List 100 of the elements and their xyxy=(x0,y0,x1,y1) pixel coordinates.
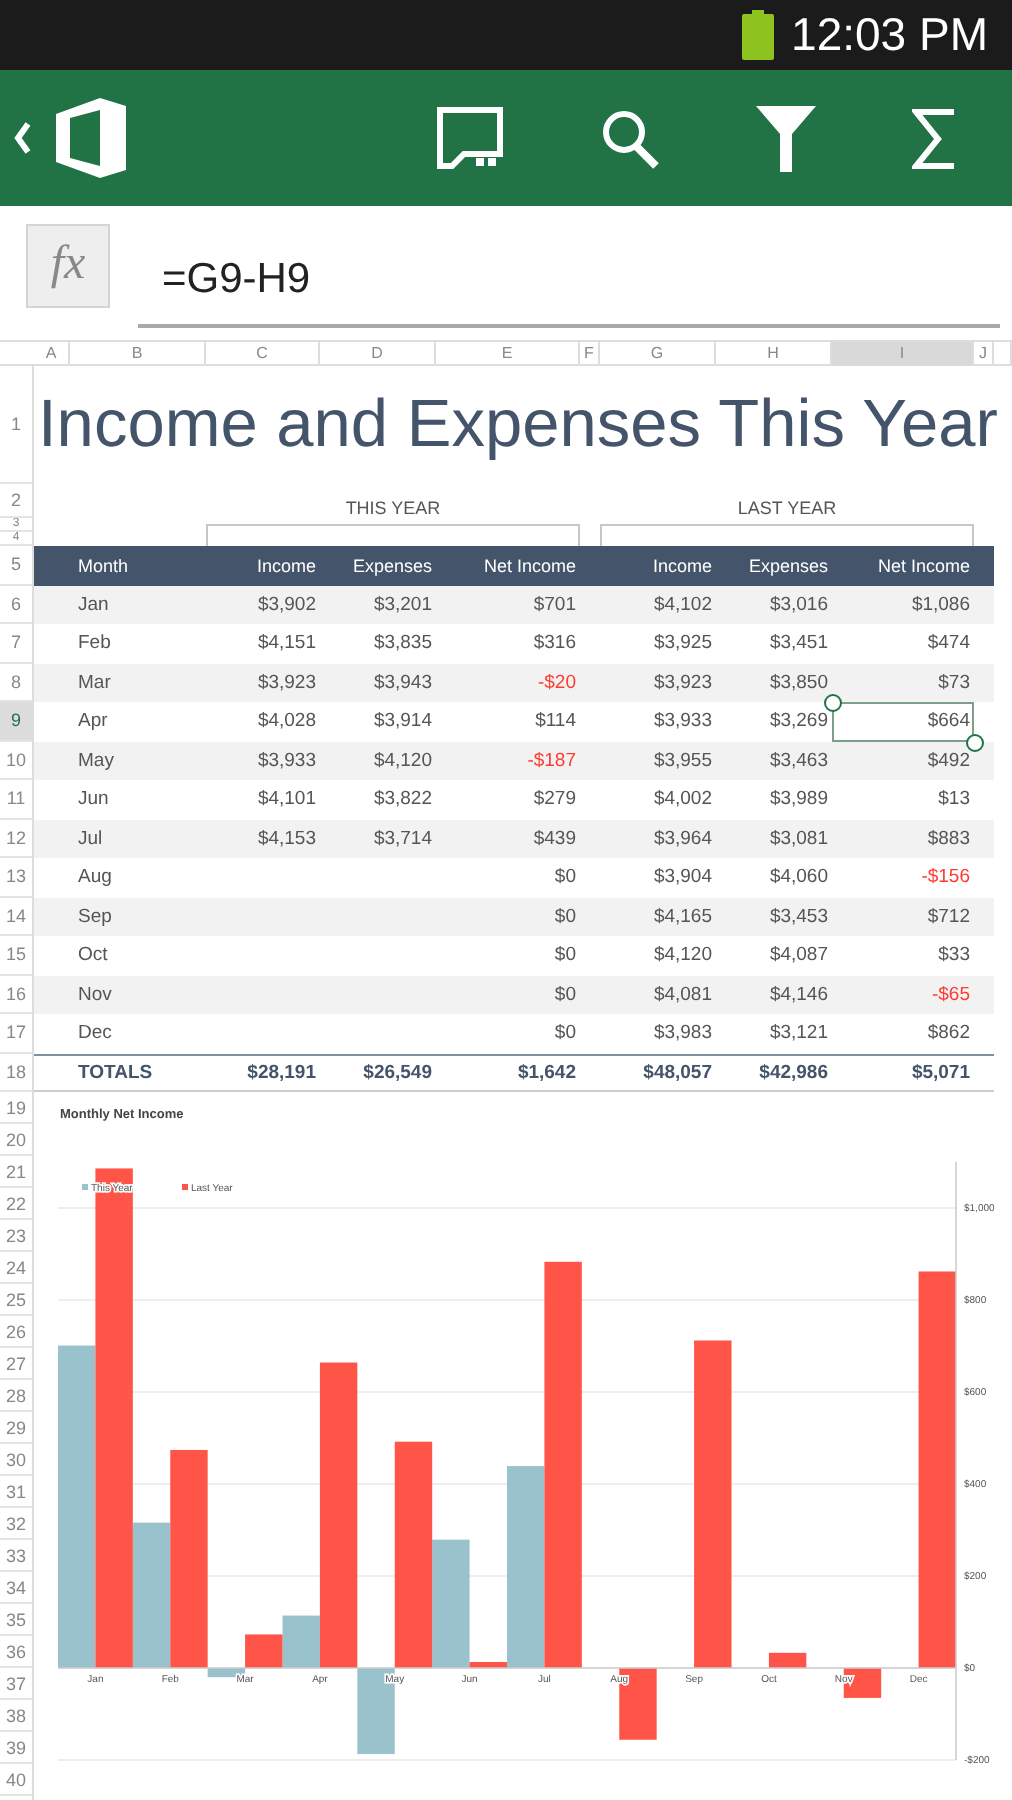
table-cell-text: Mar xyxy=(76,669,113,697)
table-cell-text: $4,120 xyxy=(651,942,714,970)
table-cell-text: Feb xyxy=(76,630,113,658)
row-number[interactable]: 14 xyxy=(0,897,32,936)
row-number[interactable]: 17 xyxy=(0,1014,32,1053)
row-number[interactable]: 7 xyxy=(0,624,32,663)
column-header[interactable]: A xyxy=(34,342,70,366)
back-icon[interactable] xyxy=(12,120,32,156)
row-number[interactable]: 32 xyxy=(0,1508,32,1540)
table-cell-text: -$20 xyxy=(535,669,578,697)
table-cell-text: Jun xyxy=(76,786,111,814)
column-heading: Net Income xyxy=(481,555,578,576)
search-icon[interactable] xyxy=(600,107,660,169)
table-cell-text: $4,002 xyxy=(651,786,714,814)
table-cell-text: $3,914 xyxy=(371,708,434,736)
table-cell-text: $439 xyxy=(531,825,578,853)
column-header[interactable]: F xyxy=(580,342,600,366)
row-number[interactable]: 23 xyxy=(0,1220,32,1252)
sum-icon[interactable] xyxy=(912,105,956,171)
total-cell-text: $28,191 xyxy=(245,1059,318,1087)
table-cell-text: $4,102 xyxy=(651,591,714,619)
row-number[interactable]: 19 xyxy=(0,1092,32,1124)
table-cell-text: $4,165 xyxy=(651,903,714,931)
row-number[interactable]: 39 xyxy=(0,1732,32,1764)
table-cell-text: $3,121 xyxy=(767,1020,830,1048)
row-number[interactable]: 37 xyxy=(0,1668,32,1700)
row-number[interactable]: 40 xyxy=(0,1764,32,1796)
table-cell-text: Dec xyxy=(76,1020,114,1048)
row-number[interactable]: 33 xyxy=(0,1540,32,1572)
row-number[interactable]: 36 xyxy=(0,1636,32,1668)
total-cell-text: $1,642 xyxy=(515,1059,578,1087)
row-number[interactable]: 24 xyxy=(0,1252,32,1284)
row-number[interactable]: 25 xyxy=(0,1284,32,1316)
table-cell-text: $4,028 xyxy=(255,708,318,736)
group-label: LAST YEAR xyxy=(735,498,839,518)
selection-handle[interactable] xyxy=(824,694,842,712)
table-cell-text: $3,269 xyxy=(767,708,830,736)
comment-icon[interactable] xyxy=(436,106,504,170)
total-cell-text: TOTALS xyxy=(76,1059,155,1087)
row-number[interactable]: 15 xyxy=(0,936,32,975)
table-cell-text: $3,904 xyxy=(651,864,714,892)
row-number[interactable]: 35 xyxy=(0,1604,32,1636)
table-cell-text: $0 xyxy=(552,981,578,1009)
selection-handle[interactable] xyxy=(966,733,984,751)
row-number[interactable]: 34 xyxy=(0,1572,32,1604)
table-cell-text: $4,153 xyxy=(255,825,318,853)
table-cell-text: $3,902 xyxy=(255,591,318,619)
row-number[interactable]: 38 xyxy=(0,1700,32,1732)
table-cell-text: $1,086 xyxy=(909,591,972,619)
table-cell-text: $3,983 xyxy=(651,1020,714,1048)
table-cell-text: $0 xyxy=(552,1020,578,1048)
column-header[interactable]: B xyxy=(70,342,206,366)
table-cell-text: $13 xyxy=(936,786,972,814)
row-number[interactable]: 1 xyxy=(0,366,32,484)
row-number[interactable]: 18 xyxy=(0,1053,32,1092)
column-header[interactable]: I xyxy=(832,342,974,366)
column-header[interactable]: E xyxy=(436,342,580,366)
row-number[interactable]: 13 xyxy=(0,858,32,897)
table-cell-text: $316 xyxy=(531,630,578,658)
column-header[interactable]: J xyxy=(974,342,994,366)
table-cell-text: $4,087 xyxy=(767,942,830,970)
row-number[interactable]: 16 xyxy=(0,975,32,1014)
office-logo-icon[interactable] xyxy=(56,98,126,178)
table-cell-text: Oct xyxy=(76,942,110,970)
clock-time: 12:03 PM xyxy=(791,8,988,62)
row-number[interactable]: 12 xyxy=(0,819,32,858)
filter-icon[interactable] xyxy=(756,105,816,171)
row-number[interactable]: 2 xyxy=(0,484,32,518)
row-number[interactable]: 29 xyxy=(0,1412,32,1444)
table-cell-text: $3,016 xyxy=(767,591,830,619)
table-cell-text: $883 xyxy=(925,825,972,853)
function-button[interactable]: fx xyxy=(26,223,110,307)
total-cell-text: $5,071 xyxy=(909,1059,972,1087)
table-cell-text: $3,925 xyxy=(651,630,714,658)
table-cell-text: $3,964 xyxy=(651,825,714,853)
column-header[interactable]: D xyxy=(320,342,436,366)
table-cell-text: $712 xyxy=(925,903,972,931)
table-cell-text: Jan xyxy=(76,591,111,619)
column-header[interactable]: G xyxy=(600,342,716,366)
row-number[interactable]: 11 xyxy=(0,780,32,819)
row-number[interactable]: 9 xyxy=(0,702,32,741)
table-cell-text: $3,081 xyxy=(767,825,830,853)
table-cell-text: $3,923 xyxy=(255,669,318,697)
table-cell-text: $114 xyxy=(533,708,578,736)
row-number[interactable]: 28 xyxy=(0,1380,32,1412)
row-number[interactable]: 10 xyxy=(0,741,32,780)
row-number[interactable]: 5 xyxy=(0,546,32,585)
row-number[interactable]: 27 xyxy=(0,1348,32,1380)
row-number[interactable]: 20 xyxy=(0,1124,32,1156)
table-cell-text: $4,120 xyxy=(371,747,434,775)
column-heading: Month xyxy=(76,555,131,576)
row-number[interactable]: 26 xyxy=(0,1316,32,1348)
chart-bar xyxy=(768,1652,807,1668)
row-number[interactable]: 30 xyxy=(0,1444,32,1476)
row-number[interactable]: 22 xyxy=(0,1188,32,1220)
row-number[interactable]: 6 xyxy=(0,585,32,624)
row-number[interactable]: 31 xyxy=(0,1476,32,1508)
formula-field[interactable]: =G9-H9 xyxy=(138,239,1000,327)
column-header[interactable]: C xyxy=(206,342,320,366)
row-number[interactable]: 21 xyxy=(0,1156,32,1188)
